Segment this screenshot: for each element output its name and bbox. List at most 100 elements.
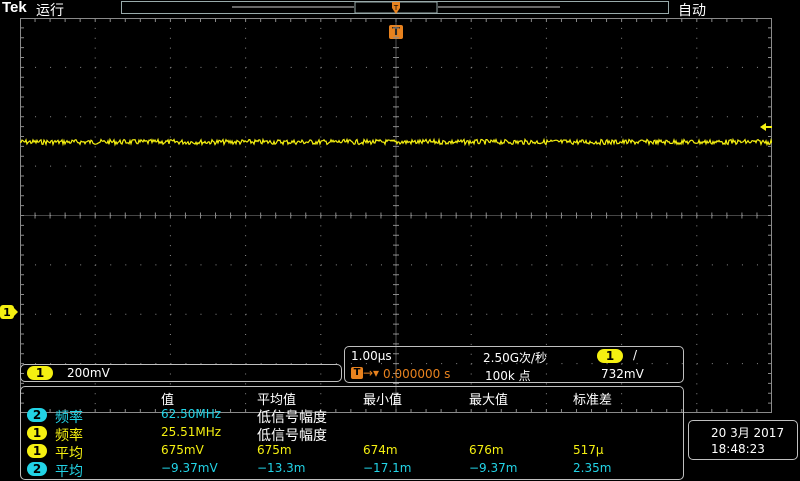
grid-dot xyxy=(696,37,698,39)
grid-dot xyxy=(696,205,698,207)
ch1-scale-readout[interactable]: 1 200mV xyxy=(20,364,342,382)
timebase-readout[interactable]: 1.00µs 2.50G次/秒 1 / T →▾ 0.000000 s 100k… xyxy=(344,346,684,383)
grid-dot xyxy=(275,313,277,315)
grid-dot xyxy=(621,195,623,197)
meas-row-channel-chip: 1 xyxy=(27,426,47,440)
grid-dot xyxy=(470,245,472,247)
grid-dot xyxy=(546,264,548,266)
grid-dot xyxy=(545,37,547,39)
grid-dot xyxy=(94,353,96,355)
grid-dot xyxy=(215,66,217,68)
grid-dot xyxy=(245,27,247,29)
grid-dot xyxy=(380,116,382,118)
grid-dot xyxy=(545,156,547,158)
grid-dot xyxy=(651,116,653,118)
grid-dot xyxy=(80,264,82,266)
grid-dot xyxy=(95,66,97,68)
grid-dot xyxy=(94,37,96,39)
grid-dot xyxy=(561,264,563,266)
measurements-panel[interactable]: 值 平均值 最小值 最大值 标准差 2 频率 62.50MHz 低信号幅度 1 频率 25.… xyxy=(20,386,684,480)
grid-dot xyxy=(531,116,533,118)
grid-dot xyxy=(169,146,171,148)
trigger-source-chip: 1 xyxy=(597,349,623,363)
ch1-chip: 1 xyxy=(27,366,53,380)
grid-dot xyxy=(546,165,548,167)
grid-dot xyxy=(470,176,472,177)
grid-dot xyxy=(245,136,247,138)
grid-dot xyxy=(741,116,743,118)
meas-header-max: 最大值 xyxy=(469,393,509,408)
grid-dot xyxy=(426,165,428,167)
grid-dot xyxy=(516,66,518,68)
grid-dot xyxy=(245,185,247,187)
grid-dot xyxy=(621,185,623,187)
grid-dot xyxy=(320,97,322,98)
grid-dot xyxy=(185,116,187,118)
grid-dot xyxy=(576,313,578,315)
grid-dot xyxy=(741,363,743,365)
grid-dot xyxy=(470,87,472,89)
grid-dot xyxy=(245,264,247,266)
grid-dot xyxy=(140,313,142,315)
grid-dot xyxy=(185,66,187,68)
grid-dot xyxy=(170,264,172,266)
grid-dot xyxy=(95,313,97,315)
grid-dot xyxy=(260,264,262,266)
grid-dot xyxy=(94,146,96,148)
grid-dot xyxy=(516,116,518,118)
grid-dot xyxy=(696,195,698,197)
grid-dot xyxy=(621,27,623,29)
grid-dot xyxy=(411,66,413,68)
trigger-position-icon[interactable]: T xyxy=(390,2,402,16)
grid-dot xyxy=(320,195,322,197)
grid-dot xyxy=(696,225,698,227)
datetime-display[interactable]: 20 3月 2017 18:48:23 xyxy=(688,420,798,460)
ch1-reference-arrow-icon[interactable]: 1 xyxy=(0,305,18,319)
grid-dot xyxy=(591,165,593,167)
grid-dot xyxy=(621,313,623,315)
grid-dot xyxy=(561,165,563,167)
grid-dot xyxy=(350,116,352,118)
grid-dot xyxy=(726,313,728,315)
sample-rate: 2.50G次/秒 xyxy=(483,351,548,365)
grid-dot xyxy=(696,294,698,296)
grid-dot xyxy=(696,57,698,59)
run-state-label[interactable]: 运行 xyxy=(36,0,64,20)
grid-dot xyxy=(320,313,322,315)
brand-logo: Tek xyxy=(2,0,27,16)
grid-dot xyxy=(471,116,473,118)
grid-dot xyxy=(726,363,728,365)
grid-dot xyxy=(320,126,322,128)
grid-dot xyxy=(320,235,322,237)
grid-dot xyxy=(666,313,668,315)
grid-dot xyxy=(651,66,653,68)
grid-dot xyxy=(591,313,593,315)
grid-dot xyxy=(696,27,698,29)
grid-dot xyxy=(290,264,292,266)
trigger-level-arrow-icon[interactable] xyxy=(760,122,772,132)
grid-dot xyxy=(94,245,96,247)
grid-dot xyxy=(94,383,96,385)
grid-dot xyxy=(531,66,533,68)
grid-dot xyxy=(621,294,623,296)
grid-dot xyxy=(470,97,472,98)
trigger-delay: 0.000000 s xyxy=(383,367,451,381)
grid-dot xyxy=(110,116,112,118)
grid-dot xyxy=(696,106,698,108)
grid-dot xyxy=(456,313,458,315)
grid-dot xyxy=(696,136,698,138)
grid-dot xyxy=(380,313,382,315)
grid-dot xyxy=(169,47,171,49)
grid-dot xyxy=(621,116,623,118)
meas-cell-min: −17.1m xyxy=(363,461,412,475)
trigger-mode-label[interactable]: 自动 xyxy=(678,0,706,20)
grid-dot xyxy=(80,66,82,68)
grid-dot xyxy=(320,57,322,59)
grid-dot xyxy=(621,304,623,306)
grid-dot xyxy=(350,264,352,266)
grid-dot xyxy=(245,97,247,98)
grid-dot xyxy=(230,165,232,167)
grid-dot xyxy=(185,165,187,167)
meas-cell-mean: 低信号幅度 xyxy=(257,428,327,444)
trigger-delay-arrow-icon: →▾ xyxy=(363,366,380,380)
